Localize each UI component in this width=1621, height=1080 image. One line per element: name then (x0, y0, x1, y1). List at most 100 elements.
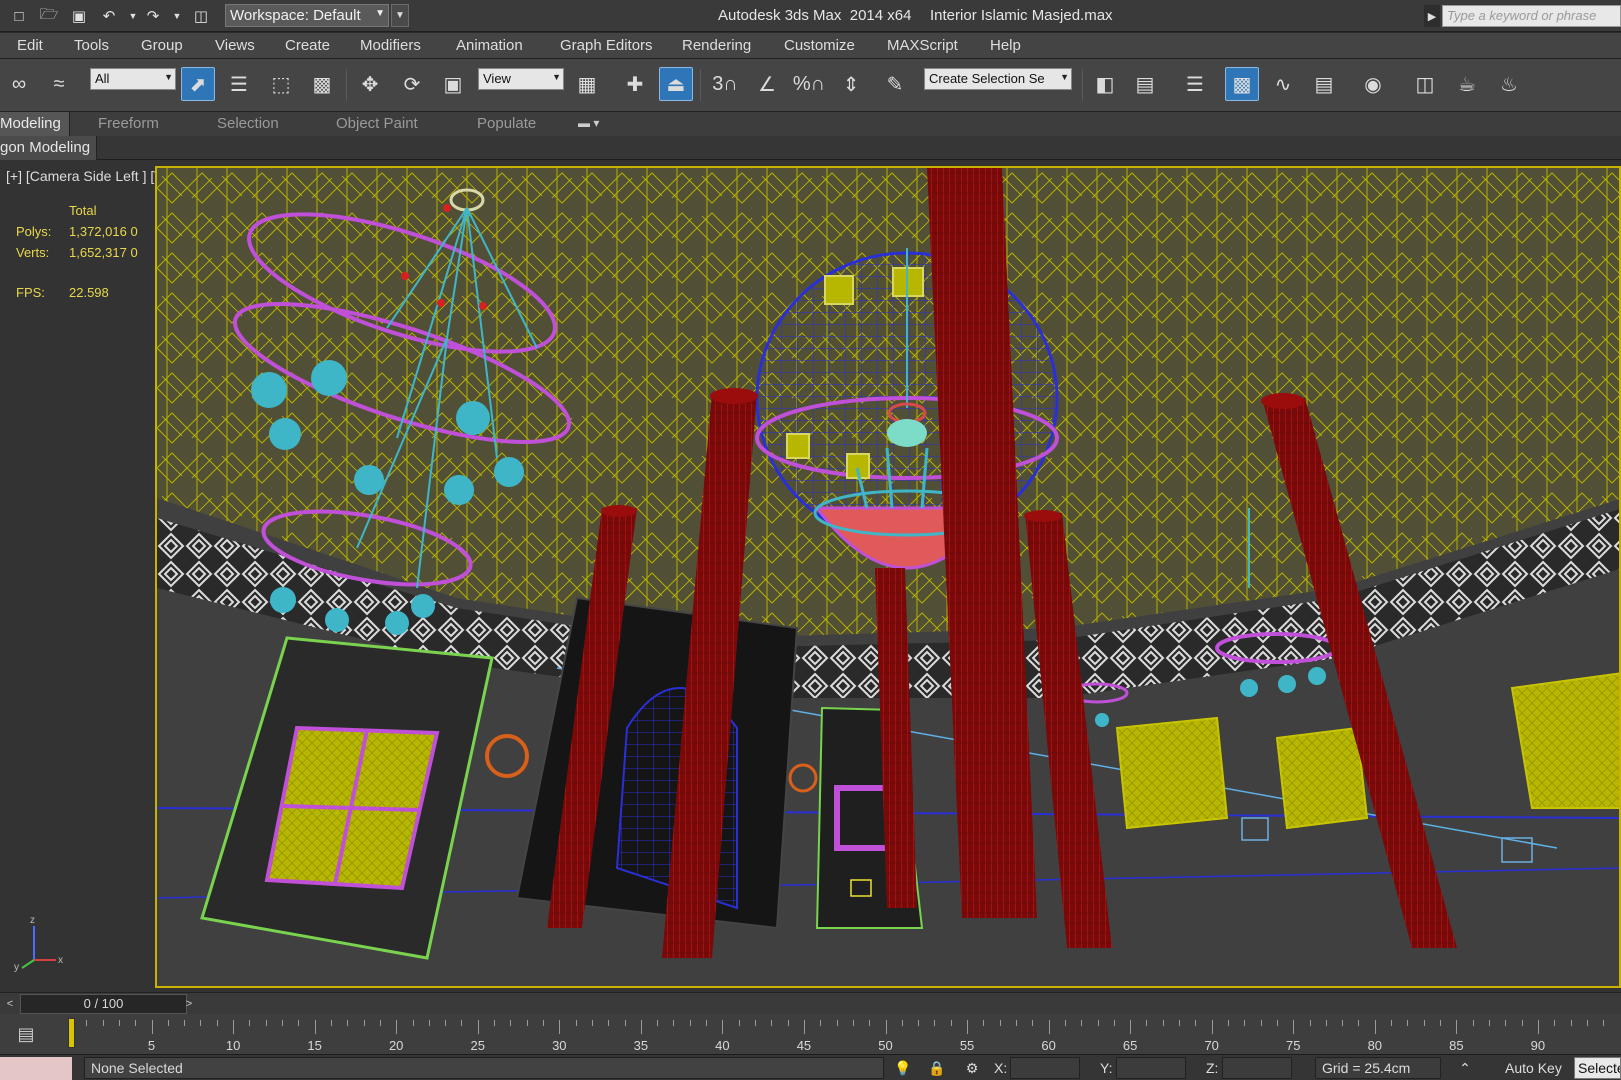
track-tick-label: 50 (878, 1038, 893, 1053)
menu-maxscript[interactable]: MAXScript (887, 37, 958, 54)
maxscript-listener-mini[interactable] (0, 1057, 72, 1080)
open-mini-curve-editor-icon[interactable]: ▤ (8, 1020, 44, 1048)
redo-dropdown-icon[interactable]: ▼ (166, 5, 188, 27)
search-input[interactable]: Type a keyword or phrase (1442, 5, 1621, 27)
next-frame-icon[interactable]: > (181, 995, 197, 1013)
quick-access-menu-button[interactable]: ▼ (391, 4, 409, 27)
snap-toggle-icon[interactable]: 3 ∩ (708, 67, 742, 101)
menu-animation[interactable]: Animation (456, 37, 523, 54)
select-rotate-icon[interactable]: ⟳ (395, 67, 429, 101)
menu-edit[interactable]: Edit (17, 37, 43, 54)
calligraphy-medallion-left (485, 734, 529, 778)
polygon-modeling-panel[interactable]: gon Modeling (0, 136, 98, 160)
select-manipulate-icon[interactable]: ✚ (618, 67, 652, 101)
link-icon[interactable]: ∞ (2, 67, 36, 101)
tab-freeform[interactable]: Freeform (98, 115, 159, 132)
track-tick (787, 1020, 789, 1026)
tab-modeling[interactable]: Modeling (0, 112, 70, 136)
material-editor-icon[interactable]: ◉ (1356, 67, 1390, 101)
select-move-icon[interactable]: ✥ (353, 67, 387, 101)
grid-spacing: Grid = 25.4cm (1315, 1057, 1441, 1079)
track-tick-label: 40 (715, 1038, 730, 1053)
named-selection-field[interactable]: Create Selection Se ▼ (924, 68, 1072, 90)
toolbar-separator (346, 69, 347, 101)
selection-lock-icon[interactable]: 🔒 (927, 1058, 947, 1078)
keyboard-shortcut-override-icon[interactable]: ⏏ (659, 67, 693, 101)
rendered-frame-window-icon[interactable]: ☕ (1450, 67, 1484, 101)
active-viewport[interactable] (155, 166, 1621, 988)
y-coord-field[interactable] (1116, 1057, 1186, 1079)
schematic-view-icon[interactable]: ▤ (1307, 67, 1341, 101)
menu-modifiers[interactable]: Modifiers (360, 37, 421, 54)
bind-space-warp-icon[interactable]: ≈ (42, 67, 76, 101)
polys-value: 1,372,016 (69, 224, 127, 239)
menu-tools[interactable]: Tools (74, 37, 109, 54)
mirror-icon[interactable]: ◧ (1088, 67, 1122, 101)
menu-group[interactable]: Group (141, 37, 183, 54)
pivot-center-icon[interactable]: ▦ (570, 67, 604, 101)
curve-editor-icon[interactable]: ∿ (1266, 67, 1300, 101)
render-setup-icon[interactable]: ◫ (1408, 67, 1442, 101)
align-icon[interactable]: ▤ (1128, 67, 1162, 101)
select-scale-icon[interactable]: ▣ (436, 67, 470, 101)
z-coord-field[interactable] (1222, 1057, 1292, 1079)
window-crossing-icon[interactable]: ▩ (305, 67, 339, 101)
track-bar[interactable]: ▤ 5 10 15 20 25 30 35 40 45 50 55 60 65 70 75 80 85 90 (0, 1014, 1621, 1054)
edit-named-selection-icon[interactable]: ✎ (878, 67, 912, 101)
spinner-snap-icon[interactable]: ⇕ (834, 67, 868, 101)
reference-coord-dropdown[interactable]: View ▼ (478, 68, 564, 90)
track-tick (1179, 1020, 1181, 1026)
open-file-icon[interactable]: 🗁 (38, 5, 60, 27)
axis-y-label: y (14, 962, 19, 972)
wireframe-scene[interactable] (157, 168, 1621, 988)
time-slider[interactable]: 0 / 100 (20, 994, 187, 1014)
tab-object-paint[interactable]: Object Paint (336, 115, 418, 132)
ribbon-options-icon[interactable]: ▬ ▾ (578, 116, 599, 130)
tab-selection[interactable]: Selection (217, 115, 279, 132)
workspace-dropdown[interactable]: Workspace: Default ▼ (225, 4, 389, 27)
menu-rendering[interactable]: Rendering (682, 37, 751, 54)
redo-icon[interactable]: ↷ (142, 5, 164, 27)
graphite-modeling-tools-icon[interactable]: ▩ (1225, 67, 1259, 101)
undo-dropdown-icon[interactable]: ▼ (122, 5, 144, 27)
track-tick (1440, 1020, 1442, 1026)
key-filter-selected-button[interactable]: Selected (1574, 1057, 1621, 1079)
menu-help[interactable]: Help (990, 37, 1021, 54)
save-icon[interactable]: ▣ (68, 5, 90, 27)
x-coord-field[interactable] (1010, 1057, 1080, 1079)
selection-filter-value: All (95, 71, 110, 86)
select-by-name-icon[interactable]: ☰ (222, 67, 256, 101)
fps-label: FPS: (16, 285, 45, 300)
project-folder-icon[interactable]: ◫ (190, 5, 212, 27)
track-tick (738, 1020, 740, 1026)
ribbon-panel-bar: gon Modeling (0, 136, 1621, 160)
menu-customize[interactable]: Customize (784, 37, 855, 54)
menu-views[interactable]: Views (215, 37, 255, 54)
render-production-icon[interactable]: ♨ (1492, 67, 1526, 101)
select-object-icon[interactable]: ⬈ (181, 67, 215, 101)
named-selection-placeholder: Create Selection Se (929, 71, 1045, 86)
selection-filter-dropdown[interactable]: All ▼ (90, 68, 176, 90)
menu-create[interactable]: Create (285, 37, 330, 54)
new-file-icon[interactable]: □ (8, 5, 30, 27)
track-ruler[interactable]: 5 10 15 20 25 30 35 40 45 50 55 60 65 70 75 80 85 90 (68, 1018, 1621, 1054)
verts-label: Verts: (16, 245, 50, 260)
adaptive-degradation-icon[interactable]: ⌃ (1455, 1058, 1475, 1078)
playhead-marker[interactable] (68, 1018, 75, 1048)
track-tick (706, 1020, 708, 1026)
rectangular-selection-icon[interactable]: ⬚ (264, 67, 298, 101)
track-tick-label: 20 (388, 1038, 404, 1053)
angle-snap-icon[interactable]: ∠ (750, 67, 784, 101)
track-tick (249, 1020, 251, 1026)
layer-manager-icon[interactable]: ☰ (1178, 67, 1212, 101)
tab-populate[interactable]: Populate (477, 115, 536, 132)
track-tick (640, 1020, 642, 1034)
percent-snap-icon[interactable]: % ∩ (792, 67, 826, 101)
isolate-selection-icon[interactable]: 💡 (893, 1058, 913, 1078)
absolute-mode-icon[interactable]: ⚙ (962, 1058, 982, 1078)
undo-icon[interactable]: ↶ (98, 5, 120, 27)
menu-graph-editors[interactable]: Graph Editors (560, 37, 653, 54)
search-expand-icon[interactable]: ▶ (1424, 5, 1440, 27)
track-tick (526, 1020, 528, 1026)
previous-frame-icon[interactable]: < (2, 995, 18, 1013)
